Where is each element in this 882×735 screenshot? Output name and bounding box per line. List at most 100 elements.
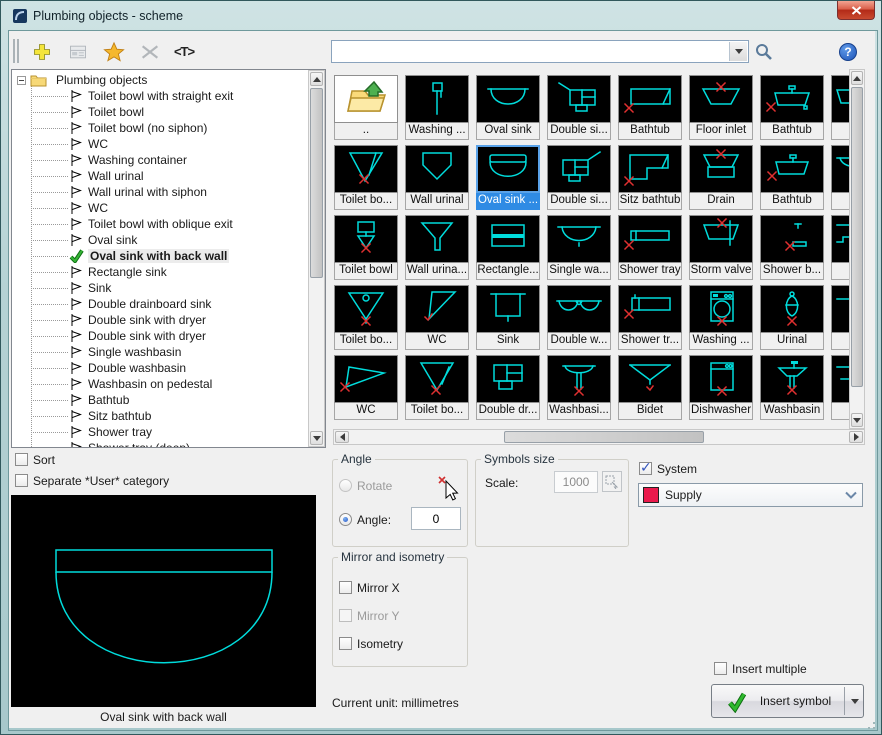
insert-multiple-checkbox[interactable]: [714, 662, 727, 675]
symbol-tile[interactable]: Storm valve: [689, 215, 753, 280]
isometry-checkbox[interactable]: [339, 637, 352, 650]
tree-root[interactable]: Plumbing objects: [12, 72, 325, 88]
pick-scale-button[interactable]: [602, 471, 622, 492]
scroll-down-button[interactable]: [310, 431, 323, 445]
tree-item[interactable]: Sink: [12, 280, 325, 296]
tree-item[interactable]: Oval sink with back wall: [12, 248, 325, 264]
scroll-up-button[interactable]: [851, 71, 863, 85]
tree-item[interactable]: Shower tray (deep): [12, 440, 325, 447]
symbol-tile[interactable]: Oval sink: [476, 75, 540, 140]
symbol-tile[interactable]: WC: [334, 355, 398, 420]
system-dropdown-button[interactable]: [842, 486, 860, 504]
card-view-button[interactable]: [65, 39, 91, 64]
search-dropdown-button[interactable]: [729, 42, 747, 61]
scroll-thumb[interactable]: [851, 87, 863, 387]
symbol-tile[interactable]: Drain: [689, 145, 753, 210]
scroll-thumb[interactable]: [504, 431, 704, 443]
angle-radio[interactable]: [339, 513, 352, 526]
grid-vertical-scrollbar[interactable]: [849, 69, 865, 429]
tree-item[interactable]: Double drainboard sink: [12, 296, 325, 312]
add-button[interactable]: [29, 39, 55, 64]
collapse-minus-icon[interactable]: [17, 75, 26, 85]
symbol-tile[interactable]: Bidet: [618, 355, 682, 420]
text-tool-button[interactable]: <T>: [171, 39, 197, 64]
tree-item[interactable]: Shower tray: [12, 424, 325, 440]
symbol-tile[interactable]: Double w...: [547, 285, 611, 350]
symbol-tile[interactable]: Toilet bowl: [334, 215, 398, 280]
symbol-tile[interactable]: Oval sink ...: [476, 145, 540, 210]
system-combobox[interactable]: Supply: [638, 483, 863, 507]
symbol-tile[interactable]: Washbasin: [760, 355, 824, 420]
symbol-tile[interactable]: Urinal: [760, 285, 824, 350]
scroll-thumb[interactable]: [310, 88, 323, 278]
tree-item[interactable]: Sitz bathtub: [12, 408, 325, 424]
tree-item[interactable]: Double sink with dryer: [12, 328, 325, 344]
scale-input[interactable]: [554, 471, 598, 493]
mirror-y-checkbox[interactable]: [339, 609, 352, 622]
symbol-tile[interactable]: Wall urinal: [405, 145, 469, 210]
toolbar-grip[interactable]: [13, 39, 19, 63]
insert-options-arrow[interactable]: [851, 699, 859, 704]
close-button[interactable]: [837, 1, 875, 20]
grid-horizontal-scrollbar[interactable]: [333, 429, 865, 445]
symbol-tile[interactable]: Was: [831, 75, 849, 140]
tree-item[interactable]: Single washbasin: [12, 344, 325, 360]
symbol-tile[interactable]: Washbasi...: [547, 355, 611, 420]
symbol-tile[interactable]: Double si...: [547, 145, 611, 210]
symbol-tile[interactable]: Double dr...: [476, 355, 540, 420]
tree-item[interactable]: Toilet bowl with oblique exit: [12, 216, 325, 232]
tree-item[interactable]: Toilet bowl with straight exit: [12, 88, 325, 104]
favorites-button[interactable]: [101, 39, 127, 64]
symbol-tile[interactable]: Double si...: [547, 75, 611, 140]
symbol-tile[interactable]: Doub: [831, 215, 849, 280]
tree-item[interactable]: Double washbasin: [12, 360, 325, 376]
symbol-tile[interactable]: Toilet bo...: [334, 145, 398, 210]
symbol-tile[interactable]: Washing ...: [405, 75, 469, 140]
symbol-tile[interactable]: Lef: [831, 285, 849, 350]
tree-item[interactable]: WC: [12, 136, 325, 152]
tree-item[interactable]: Double sink with dryer: [12, 312, 325, 328]
symbol-tile[interactable]: Shower tray: [618, 215, 682, 280]
tree-item[interactable]: Rectangle sink: [12, 264, 325, 280]
symbol-tile[interactable]: Dishwasher: [689, 355, 753, 420]
resize-grip[interactable]: [864, 718, 877, 731]
title-bar[interactable]: Plumbing objects - scheme: [1, 1, 881, 31]
scroll-right-button[interactable]: [849, 431, 863, 443]
tree-item[interactable]: Washing container: [12, 152, 325, 168]
symbol-tile[interactable]: ..: [334, 75, 398, 140]
symbol-tile[interactable]: Shower tr...: [618, 285, 682, 350]
angle-input[interactable]: [411, 507, 461, 530]
scroll-down-button[interactable]: [851, 413, 863, 427]
symbol-tile[interactable]: Rectangle...: [476, 215, 540, 280]
insert-symbol-button[interactable]: Insert symbol: [711, 684, 864, 718]
symbol-tile[interactable]: Floor inlet: [689, 75, 753, 140]
symbol-tile[interactable]: Wall urina...: [405, 215, 469, 280]
delete-button[interactable]: [137, 39, 163, 64]
tree-item[interactable]: Oval sink: [12, 232, 325, 248]
symbol-tile[interactable]: Bathtub: [760, 145, 824, 210]
symbol-tile[interactable]: Shower b...: [760, 215, 824, 280]
symbol-tile[interactable]: Bathtub: [618, 75, 682, 140]
tree-item[interactable]: Toilet bowl (no siphon): [12, 120, 325, 136]
tree-item[interactable]: WC: [12, 200, 325, 216]
symbol-tile[interactable]: Sink: [476, 285, 540, 350]
category-tree[interactable]: Plumbing objects Toilet bowl with straig…: [11, 69, 326, 448]
symbol-tile[interactable]: Washing ...: [689, 285, 753, 350]
rotate-radio[interactable]: [339, 479, 352, 492]
search-combobox[interactable]: [331, 40, 749, 63]
tree-item[interactable]: Washbasin on pedestal: [12, 376, 325, 392]
sort-checkbox[interactable]: [15, 453, 28, 466]
symbol-tile[interactable]: Toilet bo...: [405, 355, 469, 420]
system-checkbox[interactable]: ✓: [639, 459, 652, 475]
symbol-tile[interactable]: Sitz bathtub: [618, 145, 682, 210]
scroll-left-button[interactable]: [335, 431, 349, 443]
help-button[interactable]: ?: [839, 43, 857, 61]
tree-item[interactable]: Toilet bowl: [12, 104, 325, 120]
mirror-x-checkbox[interactable]: [339, 581, 352, 594]
separate-user-checkbox[interactable]: [15, 474, 28, 487]
tree-item[interactable]: Bathtub: [12, 392, 325, 408]
tree-item[interactable]: Wall urinal with siphon: [12, 184, 325, 200]
scroll-up-button[interactable]: [310, 72, 323, 86]
symbol-tile[interactable]: Bathtub: [760, 75, 824, 140]
search-input[interactable]: [333, 42, 729, 61]
